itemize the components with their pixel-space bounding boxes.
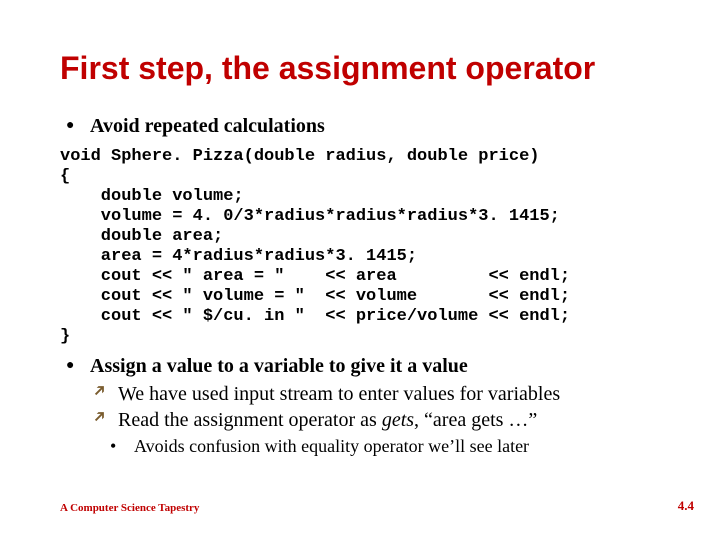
sub-bullet-gets: Read the assignment operator as gets, “a…	[118, 407, 660, 433]
code-line: cout << " area = " << area << endl;	[60, 267, 570, 286]
bullet-avoid-repeated: Avoid repeated calculations	[90, 113, 660, 139]
slide-title: First step, the assignment operator	[60, 50, 660, 87]
code-line: cout << " $/cu. in " << price/volume << …	[60, 307, 570, 326]
code-line: double area;	[60, 227, 223, 246]
code-line: cout << " volume = " << volume << endl;	[60, 287, 570, 306]
sub-bullet-gets-lead: Read the assignment operator as	[118, 409, 382, 431]
sub-bullet-gets-word: gets	[382, 409, 414, 431]
page-number: 4.4	[678, 498, 694, 514]
code-line: double volume;	[60, 187, 244, 206]
code-line: {	[60, 167, 70, 186]
slide: First step, the assignment operator Avoi…	[0, 0, 720, 540]
sub-bullet-input-stream: We have used input stream to enter value…	[118, 381, 660, 407]
sub-bullet-avoids-confusion: Avoids confusion with equality operator …	[118, 435, 660, 458]
code-line: }	[60, 327, 70, 346]
code-line: void Sphere. Pizza(double radius, double…	[60, 147, 539, 166]
sub-bullet-gets-tail: , “area gets …”	[414, 409, 537, 431]
sub-bullet-list: We have used input stream to enter value…	[90, 381, 660, 458]
code-line: area = 4*radius*radius*3. 1415;	[60, 247, 417, 266]
bullet-list: Avoid repeated calculations	[60, 113, 660, 139]
code-block: void Sphere. Pizza(double radius, double…	[60, 147, 660, 347]
bullet-assign-value-text: Assign a value to a variable to give it …	[90, 355, 468, 377]
footer-text: A Computer Science Tapestry	[60, 502, 199, 514]
bullet-assign-value: Assign a value to a variable to give it …	[90, 353, 660, 458]
bullet-list-2: Assign a value to a variable to give it …	[60, 353, 660, 458]
code-line: volume = 4. 0/3*radius*radius*radius*3. …	[60, 207, 560, 226]
